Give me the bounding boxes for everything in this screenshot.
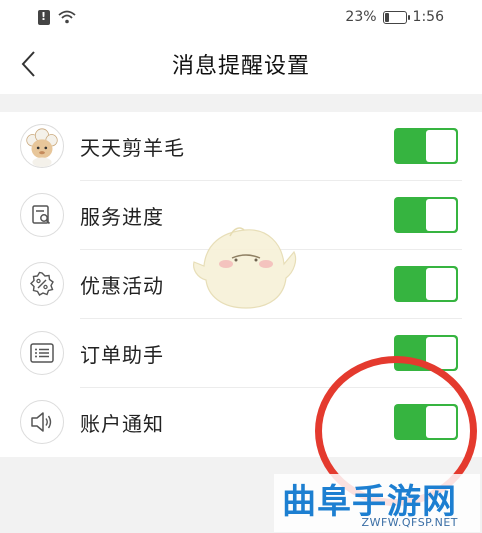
page-title: 消息提醒设置 xyxy=(171,54,310,79)
discount-badge-icon xyxy=(20,262,64,306)
setting-label: 天天剪羊毛 xyxy=(80,136,185,160)
nav-bar: 消息提醒设置 xyxy=(0,34,482,94)
toggle-knob xyxy=(426,337,456,369)
setting-label: 账户通知 xyxy=(80,412,164,436)
wifi-icon xyxy=(58,10,76,24)
status-left xyxy=(38,9,76,25)
setting-row-service-progress: 服务进度 xyxy=(0,181,482,250)
setting-row-sheep: 天天剪羊毛 xyxy=(0,112,482,181)
setting-row-account-notice: 账户通知 xyxy=(0,388,482,457)
list-card-icon xyxy=(20,331,64,375)
order-assistant-toggle[interactable] xyxy=(394,335,458,371)
toggle-knob xyxy=(426,130,456,162)
promotions-toggle[interactable] xyxy=(394,266,458,302)
speaker-icon xyxy=(20,400,64,444)
clock: 1:56 xyxy=(412,9,444,25)
watermark-url: ZWFW.QFSP.NET xyxy=(361,516,458,529)
battery-level xyxy=(384,12,389,22)
document-search-icon xyxy=(20,193,64,237)
setting-label: 优惠活动 xyxy=(80,274,164,298)
sheep-toggle[interactable] xyxy=(394,128,458,164)
status-bar: 23% 1:56 xyxy=(0,0,482,34)
account-notice-toggle[interactable] xyxy=(394,404,458,440)
site-watermark: 曲阜手游网 ZWFW.QFSP.NET xyxy=(274,474,480,532)
setting-label: 订单助手 xyxy=(80,343,164,367)
chevron-left-icon xyxy=(21,51,35,77)
toggle-knob xyxy=(426,199,456,231)
settings-list: 天天剪羊毛 服务进度 优惠活动 订单助手 账户通知 xyxy=(0,112,482,457)
setting-label: 服务进度 xyxy=(80,205,164,229)
sheep-avatar-icon xyxy=(20,124,64,168)
setting-row-promotions: 优惠活动 xyxy=(0,250,482,319)
service-progress-toggle[interactable] xyxy=(394,197,458,233)
toggle-knob xyxy=(426,268,456,300)
battery-percent: 23% xyxy=(345,9,377,25)
status-right: 23% 1:56 xyxy=(345,9,444,25)
sim-alert-icon xyxy=(38,9,50,25)
back-button[interactable] xyxy=(14,46,48,82)
setting-row-order-assistant: 订单助手 xyxy=(0,319,482,388)
toggle-knob xyxy=(426,406,456,438)
battery-icon xyxy=(382,10,410,24)
